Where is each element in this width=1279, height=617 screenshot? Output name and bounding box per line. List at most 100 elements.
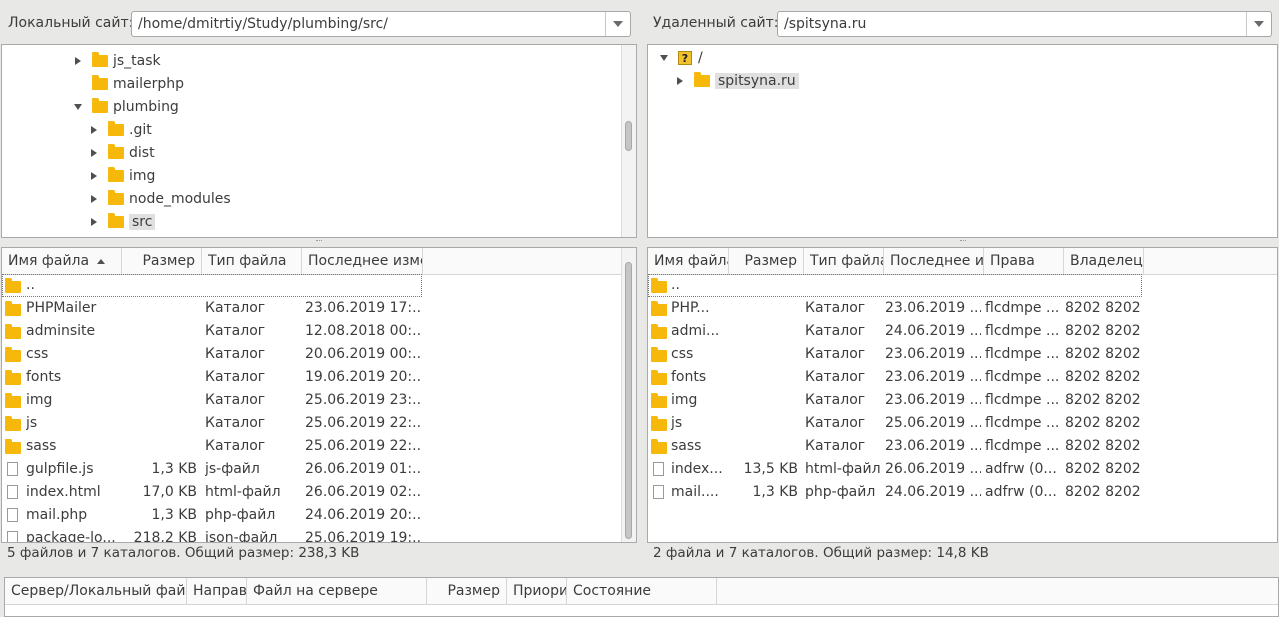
- tree-item[interactable]: node_modules: [88, 188, 231, 210]
- column-header-size[interactable]: Размер: [122, 248, 202, 274]
- expander-expanded-icon[interactable]: [72, 101, 84, 113]
- list-item[interactable]: gulpfile.js 1,3 KB js-файл 26.06.2019 01:..…: [2, 458, 636, 481]
- tree-item[interactable]: dist: [88, 142, 155, 164]
- transfer-queue[interactable]: Сервер/Локальный файл Направл Файл на се…: [4, 577, 1279, 617]
- cell-owner: 8202 8202: [1065, 392, 1141, 408]
- scrollbar-thumb[interactable]: [625, 121, 632, 151]
- column-header-status[interactable]: Состояние: [567, 578, 717, 604]
- cell-name: css: [26, 346, 49, 362]
- column-header-type[interactable]: Тип файла: [202, 248, 302, 274]
- list-item[interactable]: sass Каталог 23.06.2019 ... flcdmpe ... 8202…: [648, 435, 1277, 458]
- list-item[interactable]: mail.... 1,3 KB php-файл 24.06.2019 ... adfr…: [648, 481, 1277, 504]
- list-item[interactable]: js Каталог 25.06.2019 ... flcdmpe ... 8202 8…: [648, 412, 1277, 435]
- column-header-local-file[interactable]: Сервер/Локальный файл: [5, 578, 187, 604]
- folder-icon: [5, 324, 21, 339]
- column-header-size[interactable]: Размер: [427, 578, 507, 604]
- expander-collapsed-icon[interactable]: [88, 124, 100, 136]
- list-item[interactable]: sass Каталог 25.06.2019 22:...: [2, 435, 636, 458]
- list-item[interactable]: css Каталог 20.06.2019 00:...: [2, 343, 636, 366]
- column-header-owner[interactable]: Владелец/: [1064, 248, 1144, 274]
- tree-item-label: /: [698, 50, 703, 66]
- list-item[interactable]: ..: [648, 274, 1142, 297]
- cell-modified: 23.06.2019 ...: [885, 392, 981, 408]
- list-item[interactable]: adminsite Каталог 12.08.2018 00:...: [2, 320, 636, 343]
- column-header-priority[interactable]: Приори: [507, 578, 567, 604]
- expander-collapsed-icon[interactable]: [88, 216, 100, 228]
- splitter-grip[interactable]: [960, 240, 966, 243]
- list-item[interactable]: fonts Каталог 19.06.2019 20:...: [2, 366, 636, 389]
- list-item[interactable]: img Каталог 23.06.2019 ... flcdmpe ... 8202 …: [648, 389, 1277, 412]
- column-header-modified[interactable]: Последнее из: [884, 248, 984, 274]
- column-header-remote-file[interactable]: Файл на сервере: [247, 578, 427, 604]
- column-header-size[interactable]: Размер: [729, 248, 804, 274]
- list-item[interactable]: mail.php 1,3 KB php-файл 24.06.2019 20:...: [2, 504, 636, 527]
- cell-type: Каталог: [805, 392, 866, 408]
- cell-name: index.html: [26, 484, 101, 500]
- local-directory-tree[interactable]: js_task mailerphp plumbing .git dist img node_…: [1, 44, 637, 238]
- expander-collapsed-icon[interactable]: [88, 193, 100, 205]
- column-header-direction[interactable]: Направл: [187, 578, 247, 604]
- list-item[interactable]: package-lo... 218,2 KB json-файл 25.06.2019…: [2, 527, 636, 543]
- cell-name: img: [671, 392, 698, 408]
- remote-status-text: 2 файла и 7 каталогов. Общий размер: 14,…: [653, 545, 989, 561]
- folder-icon: [651, 347, 667, 362]
- folder-icon: [5, 347, 21, 362]
- list-item[interactable]: admi... Каталог 24.06.2019 ... flcdmpe ... 8…: [648, 320, 1277, 343]
- remote-path-combobox[interactable]: /spitsyna.ru: [777, 11, 1272, 37]
- column-header-filename[interactable]: Имя файла: [648, 248, 729, 274]
- cell-perms: flcdmpe ...: [985, 392, 1060, 408]
- cell-type: Каталог: [805, 346, 866, 362]
- tree-item[interactable]: img: [88, 165, 155, 187]
- column-header-filename[interactable]: Имя файла: [2, 248, 122, 274]
- list-item[interactable]: PHPMailer Каталог 23.06.2019 17:...: [2, 297, 636, 320]
- folder-icon: [108, 121, 124, 136]
- remote-file-list[interactable]: Имя файла Размер Тип файла Последнее из …: [647, 247, 1278, 543]
- list-item[interactable]: index... 13,5 KB html-файл 26.06.2019 ... ad…: [648, 458, 1277, 481]
- remote-path-dropdown-button[interactable]: [1246, 12, 1271, 36]
- cell-type: Каталог: [205, 323, 266, 339]
- tree-item[interactable]: spitsyna.ru: [674, 70, 799, 92]
- folder-icon: [108, 167, 124, 182]
- local-file-list[interactable]: Имя файла Размер Тип файла Последнее изм…: [1, 247, 637, 543]
- tree-item[interactable]: src: [88, 211, 156, 233]
- tree-item[interactable]: mailerphp: [72, 73, 184, 95]
- cell-type: json-файл: [205, 530, 278, 543]
- local-path-dropdown-button[interactable]: [605, 12, 630, 36]
- list-item[interactable]: index.html 17,0 KB html-файл 26.06.2019 02:…: [2, 481, 636, 504]
- chevron-down-icon: [613, 21, 623, 27]
- cell-perms: [985, 274, 1061, 297]
- list-item[interactable]: js Каталог 25.06.2019 22:...: [2, 412, 636, 435]
- cell-modified: 25.06.2019 23:...: [305, 392, 421, 408]
- expander-collapsed-icon[interactable]: [88, 147, 100, 159]
- remote-directory-tree[interactable]: ? / spitsyna.ru: [647, 44, 1278, 238]
- list-item[interactable]: PHP... Каталог 23.06.2019 ... flcdmpe ... 82…: [648, 297, 1277, 320]
- expander-expanded-icon[interactable]: [658, 52, 670, 64]
- cell-modified: 23.06.2019 17:...: [305, 300, 421, 316]
- file-icon: [7, 508, 18, 522]
- cell-name: admi...: [671, 323, 720, 339]
- expander-collapsed-icon[interactable]: [674, 75, 686, 87]
- list-item[interactable]: ..: [2, 274, 422, 297]
- column-header-type[interactable]: Тип файла: [804, 248, 884, 274]
- cell-perms: adfrw (0...: [985, 484, 1057, 500]
- scrollbar-thumb[interactable]: [625, 262, 632, 539]
- cell-size: 218,2 KB: [133, 530, 197, 543]
- list-item[interactable]: fonts Каталог 23.06.2019 ... flcdmpe ... 820…: [648, 366, 1277, 389]
- local-path-combobox[interactable]: /home/dmitrtiy/Study/plumbing/src/: [131, 11, 631, 37]
- column-header-modified[interactable]: Последнее изме: [302, 248, 423, 274]
- local-status-text: 5 файлов и 7 каталогов. Общий размер: 23…: [7, 545, 360, 561]
- list-item[interactable]: img Каталог 25.06.2019 23:...: [2, 389, 636, 412]
- splitter-grip[interactable]: [316, 240, 322, 243]
- local-list-scrollbar[interactable]: [621, 248, 636, 542]
- tree-item[interactable]: .git: [88, 119, 152, 141]
- tree-item[interactable]: js_task: [72, 50, 161, 72]
- list-item[interactable]: css Каталог 23.06.2019 ... flcdmpe ... 8202 …: [648, 343, 1277, 366]
- remote-path-value: /spitsyna.ru: [784, 16, 867, 32]
- tree-item[interactable]: plumbing: [72, 96, 179, 118]
- local-tree-scrollbar[interactable]: [621, 45, 636, 237]
- expander-collapsed-icon[interactable]: [72, 55, 84, 67]
- tree-item[interactable]: ? /: [658, 47, 703, 69]
- column-header-permissions[interactable]: Права: [984, 248, 1064, 274]
- expander-collapsed-icon[interactable]: [88, 170, 100, 182]
- cell-size: [122, 320, 197, 343]
